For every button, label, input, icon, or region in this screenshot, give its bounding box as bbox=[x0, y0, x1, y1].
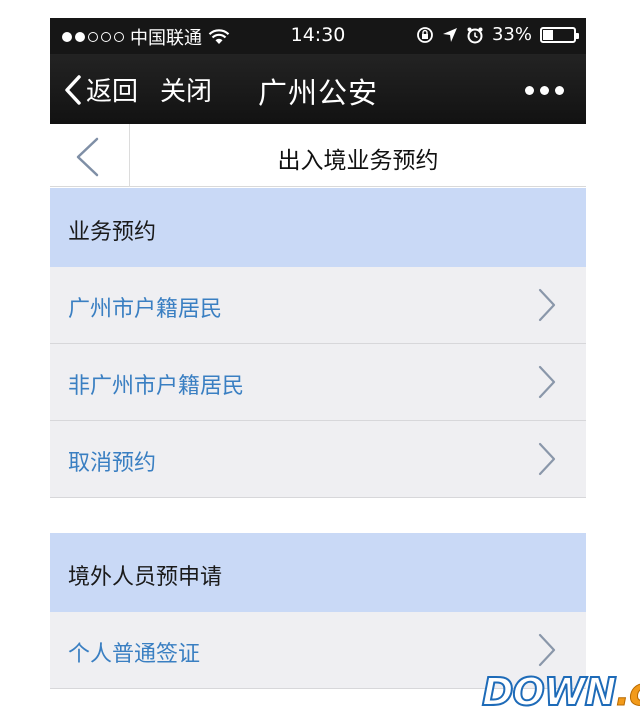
list-item-label: 非广州市户籍居民 bbox=[68, 374, 245, 399]
chevron-right-icon bbox=[538, 633, 556, 667]
chevron-left-icon bbox=[76, 137, 99, 177]
chevron-right-icon bbox=[538, 365, 556, 399]
status-right: 33% bbox=[416, 24, 579, 45]
list-item-label: 取消预约 bbox=[68, 451, 157, 476]
section-header-foreigner-preapplication: 境外人员预申请 bbox=[50, 533, 586, 612]
section-header-appointment: 业务预约 bbox=[50, 188, 586, 267]
page-header: 出入境业务预约 bbox=[50, 124, 586, 187]
status-bar: 中国联通 14:30 33% bbox=[50, 18, 586, 54]
battery-icon bbox=[540, 26, 579, 43]
chevron-left-icon bbox=[65, 74, 81, 105]
list-item-cancel-appointment[interactable]: 取消预约 bbox=[50, 421, 586, 498]
page-back-button[interactable] bbox=[50, 124, 130, 187]
battery-percent: 33% bbox=[491, 24, 532, 45]
section-header-label: 境外人员预申请 bbox=[68, 565, 223, 590]
nav-back-button[interactable]: 返回 bbox=[64, 71, 138, 108]
list-item-label: 个人普通签证 bbox=[68, 642, 201, 667]
chevron-right-icon bbox=[538, 288, 556, 322]
nav-close-button[interactable]: 关闭 bbox=[160, 71, 212, 108]
section-header-label: 业务预约 bbox=[68, 220, 157, 245]
list-item-label: 广州市户籍居民 bbox=[68, 297, 223, 322]
list-item-non-guangzhou-residents[interactable]: 非广州市户籍居民 bbox=[50, 344, 586, 421]
page-title: 出入境业务预约 bbox=[277, 148, 439, 174]
nav-back-label: 返回 bbox=[86, 77, 139, 107]
nav-bar: 返回 关闭 广州公安 bbox=[50, 54, 586, 124]
more-options-icon[interactable] bbox=[525, 86, 564, 95]
list-item-guangzhou-residents[interactable]: 广州市户籍居民 bbox=[50, 267, 586, 344]
alarm-clock-icon bbox=[467, 27, 483, 43]
phone-screen: 中国联通 14:30 33% 返回 关闭 广州公安 出入境业务预约 业务预约 广… bbox=[50, 18, 586, 698]
site-watermark-logo: DOWN.cc bbox=[481, 669, 640, 715]
rotation-lock-icon bbox=[417, 26, 433, 43]
location-arrow-icon bbox=[442, 27, 457, 42]
chevron-right-icon bbox=[538, 442, 556, 476]
